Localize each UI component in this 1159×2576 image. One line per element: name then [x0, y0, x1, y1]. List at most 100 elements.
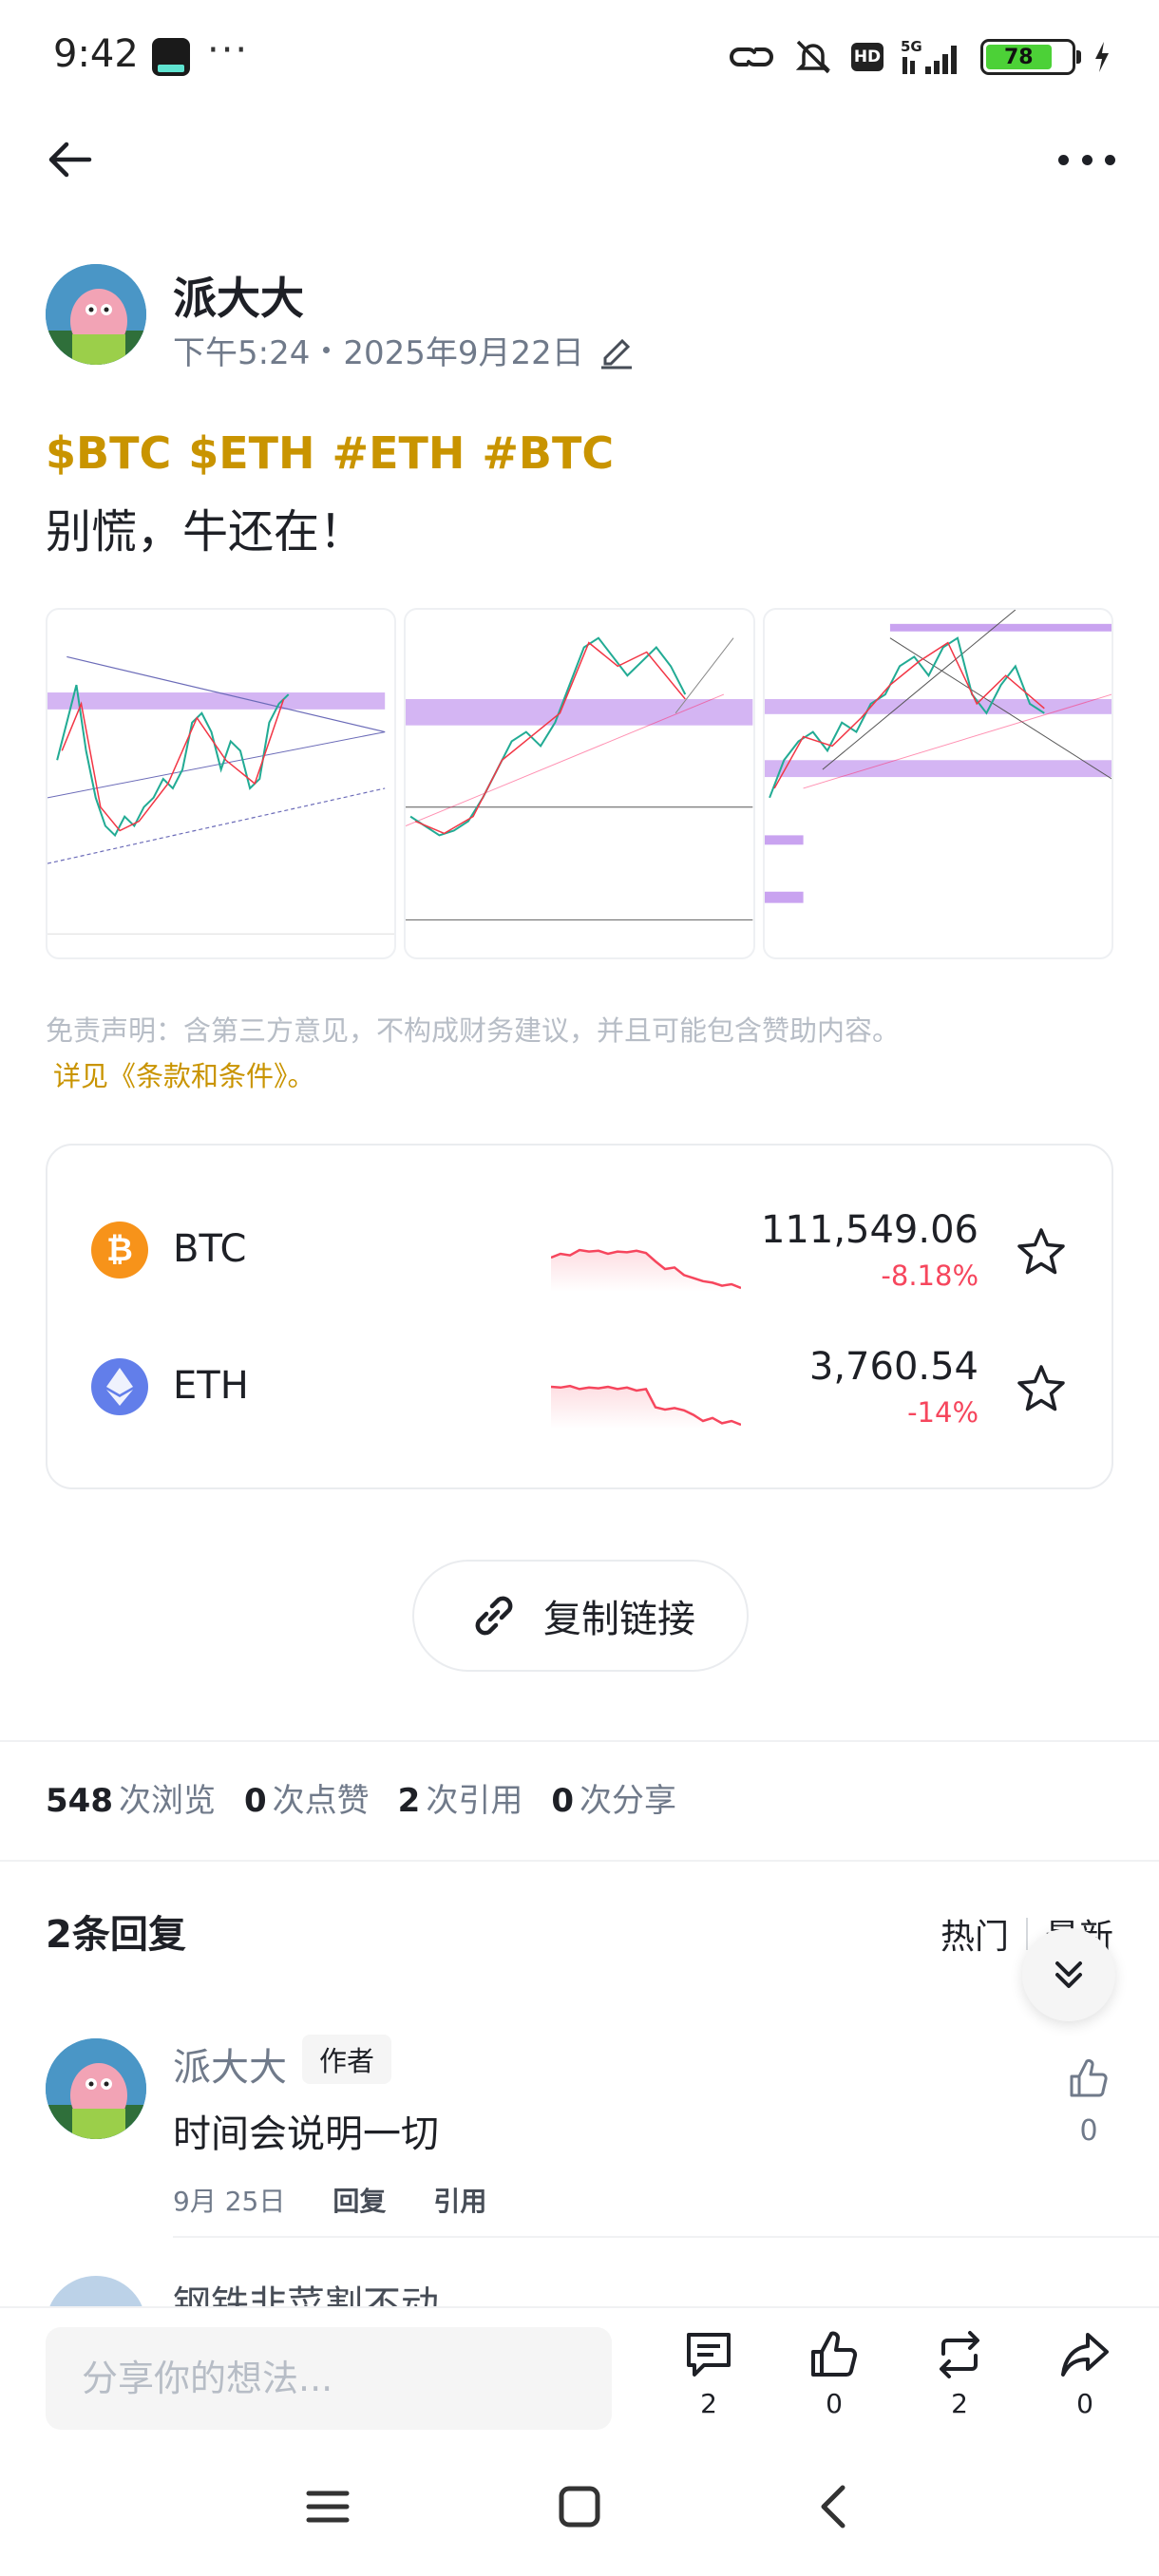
signal-5g-icon: 5G: [901, 38, 957, 74]
chart-image-2[interactable]: [404, 608, 755, 959]
more-notifications-icon: ···: [207, 28, 250, 72]
chart-image-1[interactable]: [46, 608, 397, 959]
comment-author-name[interactable]: 派大大: [173, 2036, 287, 2092]
sparkline-area: [551, 1386, 741, 1429]
like-count: 0: [1079, 2114, 1098, 2148]
divider: [0, 1740, 1159, 1742]
edit-pencil-icon: [600, 338, 632, 369]
likes-count: 0: [826, 2388, 843, 2419]
post-meta: 下午5:24 2025年9月22日: [173, 327, 636, 373]
coin-symbol: BTC: [173, 1227, 247, 1271]
chart-image-3[interactable]: [762, 608, 1113, 959]
separator-dot: [323, 347, 331, 353]
tag-btc-cashtag[interactable]: $BTC: [46, 427, 171, 479]
copy-link-label: 复制链接: [543, 1598, 695, 1641]
copy-link-button[interactable]: 复制链接: [412, 1560, 749, 1672]
divider: [0, 1860, 1159, 1862]
battery-level: 78: [986, 45, 1052, 69]
svg-text:5G: 5G: [901, 38, 922, 55]
author-name[interactable]: 派大大: [173, 264, 304, 327]
tag-eth-hashtag[interactable]: #ETH: [332, 427, 466, 479]
coin-price: 111,549.06: [760, 1208, 978, 1252]
coin-change: -14%: [907, 1396, 978, 1429]
hamburger-icon: [306, 2491, 350, 2523]
link-icon: [730, 47, 773, 66]
coin-card: ₿ BTC 111,549.06 -8.18% ETH 3,760.54 -14…: [46, 1144, 1113, 1489]
thumbs-up-icon: [1070, 2058, 1108, 2097]
reposts-count: 2: [951, 2388, 968, 2419]
replies-title: 2条回复: [46, 1913, 186, 1957]
repost-icon: [940, 2331, 979, 2378]
stat-likes: 0 次点赞: [243, 1782, 370, 1820]
dot: [1105, 154, 1115, 165]
comment-icon: [687, 2333, 731, 2377]
ethereum-icon: [91, 1358, 148, 1415]
repost-button[interactable]: 2: [922, 2329, 998, 2419]
status-bar: 9:42 ··· HD 5G 78: [0, 0, 1159, 112]
star-icon[interactable]: [1015, 1225, 1068, 1279]
coin-symbol: ETH: [173, 1364, 249, 1408]
hd-badge: HD: [851, 43, 884, 71]
comment-like[interactable]: 0: [1062, 2057, 1115, 2148]
system-icons: HD 5G 78: [728, 36, 1112, 78]
post-tags: $BTC $ETH #ETH #BTC: [46, 427, 614, 479]
sort-separator: [1025, 1918, 1028, 1950]
back-nav-button[interactable]: [800, 2473, 866, 2540]
status-time: 9:42: [53, 32, 139, 76]
author-badge: 作者: [302, 2035, 392, 2084]
comments-count: 2: [700, 2388, 717, 2419]
reply-button[interactable]: 回复: [332, 2181, 386, 2219]
comment-avatar[interactable]: [46, 2038, 146, 2139]
stat-shares: 0 次分享: [551, 1782, 676, 1820]
sparkline-area: [551, 1250, 741, 1292]
square-home-icon: [559, 2486, 600, 2528]
more-options-button[interactable]: [1058, 133, 1115, 186]
tag-eth-cashtag[interactable]: $ETH: [188, 427, 314, 479]
sort-hot-tab[interactable]: 热门: [940, 1909, 1009, 1959]
double-chevron-down-icon: [1055, 1961, 1082, 1988]
star-icon[interactable]: [1015, 1362, 1068, 1415]
coin-price: 3,760.54: [808, 1345, 978, 1389]
comment-meta: 9月 25日 回复 引用: [173, 2181, 486, 2219]
stat-quotes: 2 次引用: [397, 1782, 523, 1820]
post-text: 别慌，牛还在！: [46, 505, 366, 559]
chevron-left-icon: [821, 2485, 846, 2529]
back-arrow-icon[interactable]: [44, 133, 97, 186]
share-button[interactable]: 0: [1047, 2329, 1123, 2419]
post-time: 下午5:24: [173, 334, 311, 372]
stat-views: 548 次浏览: [46, 1782, 216, 1820]
link-icon: [475, 1596, 513, 1636]
divider: [173, 2236, 1159, 2238]
battery-icon: 78: [980, 39, 1081, 75]
bitcoin-icon: ₿: [91, 1222, 148, 1279]
app-notification-icon: [152, 38, 190, 76]
share-arrow-icon: [1061, 2333, 1109, 2377]
scroll-down-button[interactable]: [1022, 1928, 1115, 2021]
charging-icon: [1095, 42, 1109, 72]
shares-count: 0: [1076, 2388, 1093, 2419]
post-images: [46, 608, 1113, 959]
system-navigation-bar: [0, 2439, 1159, 2576]
comment-text: 时间会说明一切: [173, 2112, 439, 2156]
terms-link[interactable]: 详见《条款和条件》。: [53, 1054, 315, 1094]
disclaimer-text: 免责声明：含第三方意见，不构成财务建议，并且可能包含赞助内容。: [46, 1014, 901, 1047]
coin-change: -8.18%: [881, 1260, 978, 1292]
tag-btc-hashtag[interactable]: #BTC: [482, 427, 614, 479]
coin-row-btc[interactable]: ₿ BTC 111,549.06 -8.18%: [48, 1197, 1115, 1301]
dot: [1058, 154, 1069, 165]
btc-sparkline: [551, 1248, 741, 1292]
dot: [1081, 154, 1092, 165]
reply-input[interactable]: [46, 2327, 612, 2430]
eth-sparkline: [551, 1384, 741, 1429]
like-button[interactable]: 0: [796, 2329, 872, 2419]
quote-button[interactable]: 引用: [433, 2181, 486, 2219]
author-avatar[interactable]: [46, 264, 146, 365]
post-date: 2025年9月22日: [343, 334, 584, 372]
coin-row-eth[interactable]: ETH 3,760.54 -14%: [48, 1334, 1115, 1438]
home-nav-button[interactable]: [546, 2473, 613, 2540]
comment-date: 9月 25日: [173, 2186, 286, 2217]
menu-nav-button[interactable]: [294, 2473, 361, 2540]
thumbs-up-icon: [811, 2331, 858, 2377]
comments-button[interactable]: 2: [671, 2329, 747, 2419]
bottom-action-bar: 2 0 2 0: [0, 2306, 1159, 2439]
